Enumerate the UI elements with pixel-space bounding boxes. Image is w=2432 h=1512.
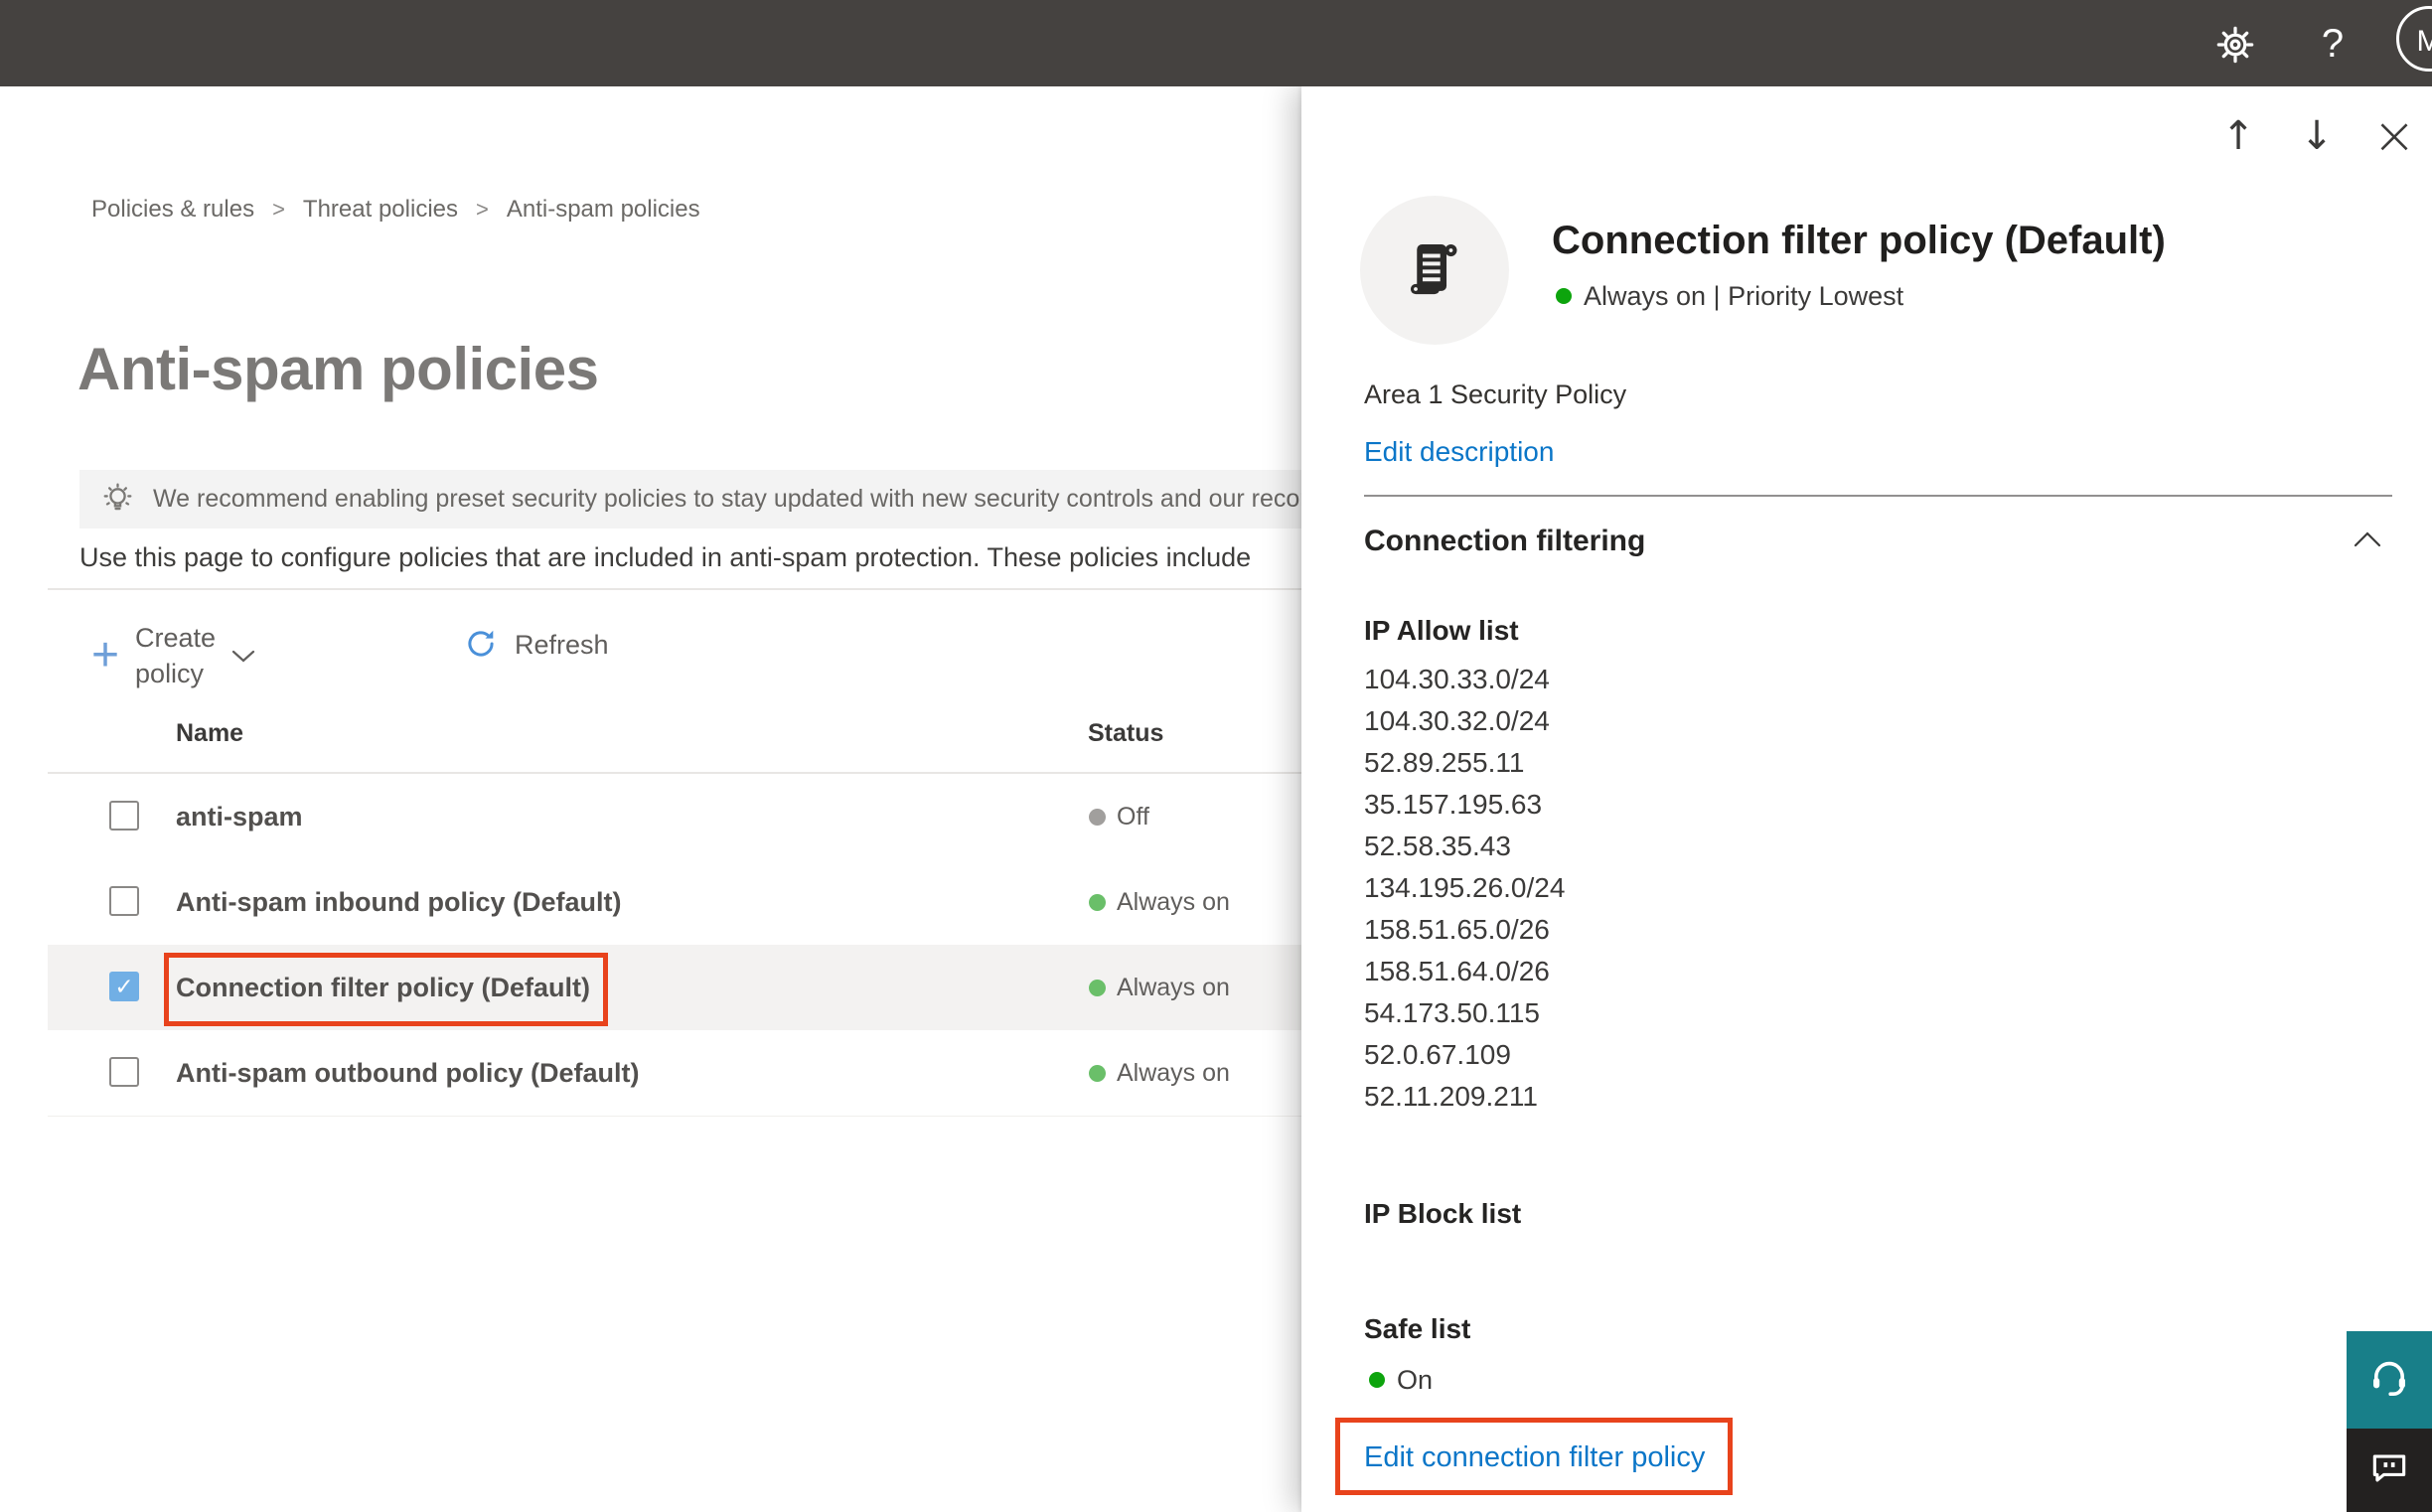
breadcrumb-policies-rules[interactable]: Policies & rules [91,193,254,227]
breadcrumb: Policies & rules > Threat policies > Ant… [91,193,700,227]
status-label: Always on [1117,888,1230,916]
status-dot-on [1369,1372,1385,1388]
breadcrumb-anti-spam-policies: Anti-spam policies [506,196,700,223]
create-policy-button[interactable]: + Create policy [91,620,255,691]
status-dot-on [1089,894,1106,911]
ip-entry: 54.173.50.115 [1364,997,1540,1028]
flyout-title: Connection filter policy (Default) [1552,219,2166,262]
refresh-label: Refresh [515,629,609,660]
ip-entry: 52.0.67.109 [1364,1039,1511,1070]
policy-name: Connection filter policy (Default) [176,973,591,1002]
policy-details-flyout: ↑ ↓ × Connection filter policy (Default) [1301,86,2432,1512]
settings-gear-icon[interactable] [2207,17,2263,73]
create-policy-label: Create policy [135,623,217,688]
page-description: Use this page to configure policies that… [79,542,1252,572]
feedback-button[interactable] [2347,1429,2432,1512]
ip-allow-list: 104.30.33.0/24 104.30.32.0/24 52.89.255.… [1364,659,1565,1118]
ip-entry: 158.51.65.0/26 [1364,914,1550,945]
feedback-chat-icon [2367,1446,2411,1495]
chevron-up-icon[interactable] [2353,529,2382,553]
ip-entry: 52.58.35.43 [1364,831,1511,861]
chevron-right-icon: > [476,197,489,222]
section-title-connection-filtering: Connection filtering [1364,525,1646,557]
support-button[interactable] [2347,1331,2432,1429]
refresh-icon [463,626,499,667]
row-checkbox[interactable] [109,886,139,916]
chevron-right-icon: > [272,197,285,222]
breadcrumb-threat-policies[interactable]: Threat policies [303,193,458,227]
page-title: Anti-spam policies [77,336,599,402]
next-item-arrow-down-icon[interactable]: ↓ [2289,109,2345,165]
ip-block-list-heading: IP Block list [1364,1198,1522,1229]
row-checkbox[interactable] [109,801,139,831]
flyout-divider [1364,495,2392,497]
previous-item-arrow-up-icon[interactable]: ↑ [2210,109,2266,165]
status-dot-on [1089,980,1106,996]
screen: ? M Policies & rules > Threat policies >… [0,0,2432,1512]
policy-name: Anti-spam inbound policy (Default) [176,887,622,917]
policy-scroll-icon [1360,196,1509,345]
ip-entry: 35.157.195.63 [1364,789,1543,820]
row-checkbox[interactable] [109,1057,139,1087]
column-header-status[interactable]: Status [1088,717,1163,749]
policy-name: anti-spam [176,802,303,832]
safe-list-heading: Safe list [1364,1313,1471,1344]
ip-allow-list-heading: IP Allow list [1364,615,1519,646]
ip-entry: 52.11.209.211 [1364,1081,1538,1112]
plus-icon: + [91,629,120,681]
headset-icon [2365,1354,2413,1407]
status-label: Always on [1117,974,1230,1001]
status-label: Off [1117,803,1149,831]
status-dot-on [1089,1065,1106,1082]
policy-name: Anti-spam outbound policy (Default) [176,1058,640,1088]
edit-description-link[interactable]: Edit description [1364,435,1554,469]
ip-entry: 134.195.26.0/24 [1364,872,1566,903]
policy-description: Area 1 Security Policy [1364,379,1627,409]
safe-list-value: On [1397,1365,1434,1395]
status-dot-off [1089,809,1106,826]
column-header-name[interactable]: Name [176,717,243,749]
safe-list-status: On [1369,1363,1433,1397]
status-label: Always on [1117,1059,1230,1087]
status-dot-on [1556,288,1572,304]
flyout-status-label: Always on | Priority Lowest [1584,281,1904,311]
close-icon[interactable]: × [2366,109,2422,165]
ip-entry: 52.89.255.11 [1364,747,1525,778]
edit-connection-filter-policy-link[interactable]: Edit connection filter policy [1364,1440,1705,1474]
help-icon[interactable]: ? [2305,17,2360,73]
lightbulb-icon [99,481,136,523]
flyout-status: Always on | Priority Lowest [1556,279,1903,313]
ip-entry: 104.30.32.0/24 [1364,705,1550,736]
ip-entry: 104.30.33.0/24 [1364,664,1550,694]
ip-entry: 158.51.64.0/26 [1364,956,1550,986]
row-checkbox-checked[interactable]: ✓ [109,972,139,1001]
banner-text: We recommend enabling preset security po… [153,485,1355,513]
chevron-down-icon [231,650,255,669]
top-app-bar: ? M [0,0,2432,86]
refresh-button[interactable]: Refresh [463,622,609,667]
avatar[interactable]: M [2396,6,2432,72]
